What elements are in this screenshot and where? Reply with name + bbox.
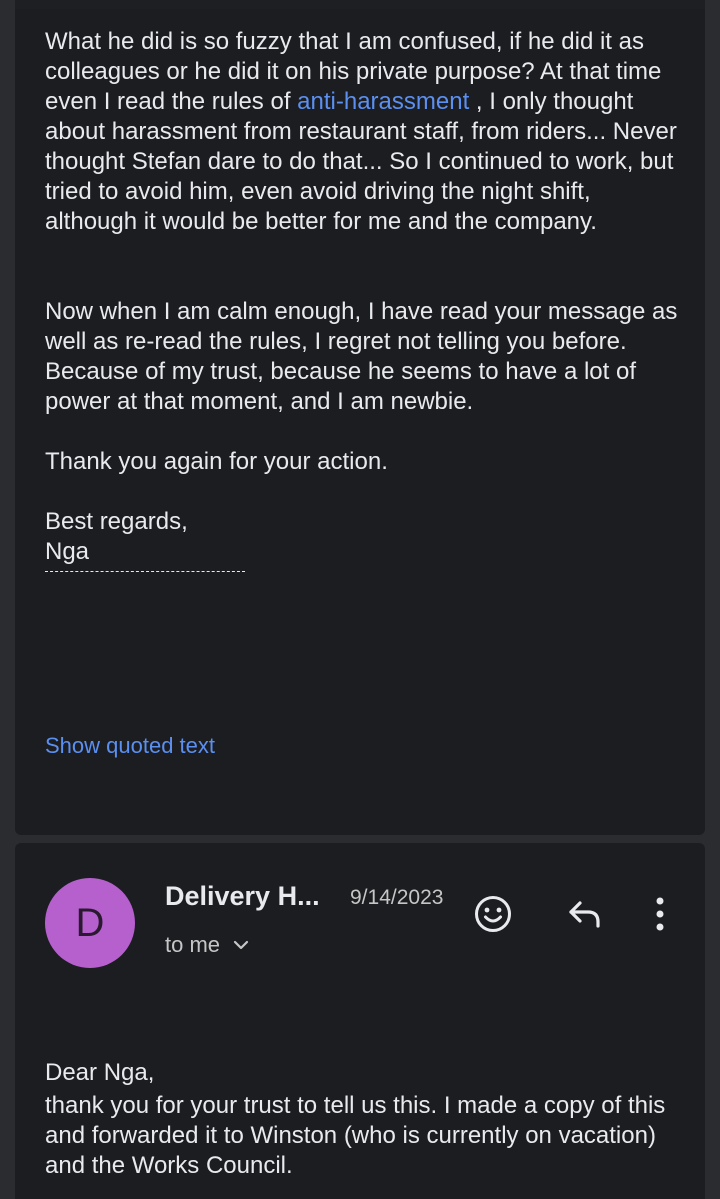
previous-card-edge [15, 0, 705, 9]
message-paragraph-3: Thank you again for your action. [45, 448, 388, 475]
signature-divider [45, 571, 245, 572]
sender-avatar[interactable]: D [45, 878, 135, 968]
more-vertical-icon [655, 896, 665, 937]
reply-body: thank you for your trust to tell us this… [45, 1092, 666, 1179]
reply-icon [566, 897, 604, 936]
avatar-letter: D [75, 900, 105, 945]
message-paragraph-2: Now when I am calm enough, I have read y… [45, 298, 678, 415]
message-card-nga: What he did is so fuzzy that I am confus… [15, 9, 705, 835]
message-card-delivery: D Delivery H... 9/14/2023 to me Dear Nga… [15, 843, 705, 1199]
add-reaction-icon [473, 894, 513, 939]
chevron-down-icon [232, 939, 250, 951]
signature-name: Nga [45, 538, 90, 565]
message-date: 9/14/2023 [350, 886, 444, 909]
recipients-label: to me [165, 932, 221, 957]
reply-button[interactable] [563, 895, 607, 937]
reply-greeting: Dear Nga, [45, 1059, 155, 1086]
recipients-toggle[interactable]: to me [165, 930, 250, 960]
sender-name[interactable]: Delivery H... [165, 879, 320, 913]
more-options-button[interactable] [645, 893, 675, 939]
anti-harassment-link[interactable]: anti-harassment [297, 88, 469, 115]
add-reaction-button[interactable] [470, 893, 516, 939]
show-quoted-text-link[interactable]: Show quoted text [45, 731, 215, 761]
message-paragraph-1: What he did is so fuzzy that I am confus… [45, 27, 685, 237]
closing-line: Best regards, [45, 508, 188, 535]
